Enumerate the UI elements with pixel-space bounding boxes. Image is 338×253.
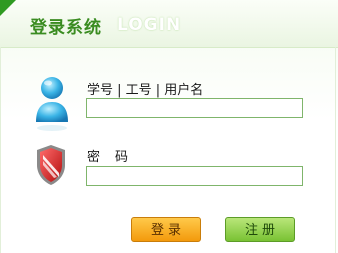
login-header: 登录系统 LOGIN bbox=[0, 0, 338, 48]
register-button[interactable]: 注册 bbox=[225, 217, 295, 242]
panel-right-border bbox=[335, 47, 336, 253]
username-input[interactable] bbox=[86, 98, 303, 118]
password-label: 密 码 bbox=[87, 150, 130, 165]
login-button[interactable]: 登录 bbox=[131, 217, 201, 242]
login-panel: 登录系统 LOGIN 学号 | 工号 | 用户名 密 码 登录 注册 bbox=[0, 0, 338, 253]
username-label: 学号 | 工号 | 用户名 bbox=[87, 83, 204, 98]
page-title-english: LOGIN bbox=[117, 15, 182, 35]
panel-left-border bbox=[0, 47, 1, 253]
user-avatar-icon bbox=[36, 77, 68, 131]
shield-icon bbox=[37, 145, 65, 185]
page-title: 登录系统 bbox=[30, 18, 102, 38]
password-input[interactable] bbox=[86, 166, 303, 186]
corner-accent bbox=[0, 0, 16, 16]
